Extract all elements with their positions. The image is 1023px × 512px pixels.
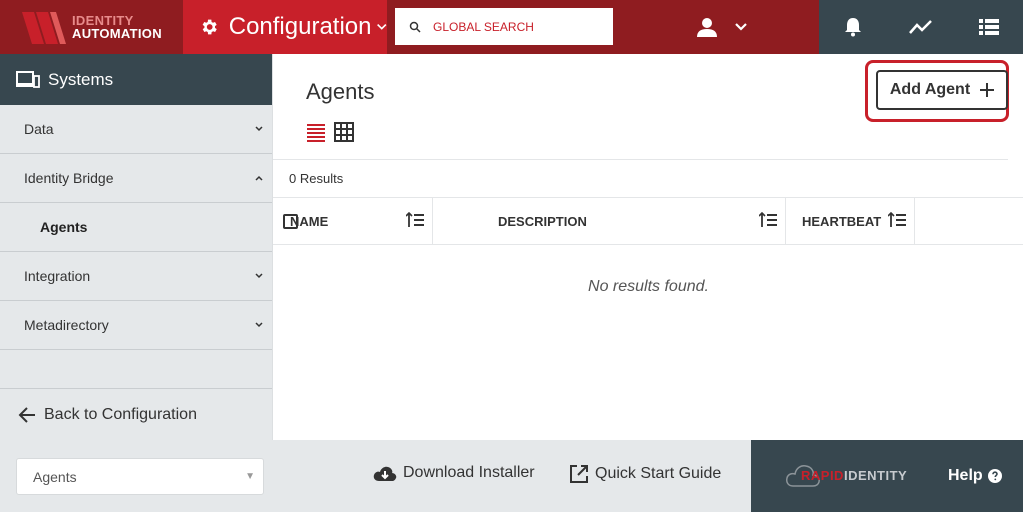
rapididentity-logo: RAPIDIDENTITY — [785, 462, 907, 488]
activity-button[interactable] — [901, 7, 941, 47]
footer: Agents ▼ Download Installer Quick Start … — [0, 440, 1023, 512]
agent-select-value: Agents — [33, 468, 77, 485]
results-count: 0 Results — [273, 159, 1008, 197]
sidebar-title: Systems — [48, 69, 114, 89]
sidebar-item-label: Metadirectory — [24, 317, 109, 333]
sidebar-item-integration[interactable]: Integration — [0, 252, 272, 301]
identity-automation-logo[interactable]: IDENTITY AUTOMATION — [0, 0, 183, 54]
chevron-down-icon — [735, 23, 747, 31]
sort-icon[interactable] — [759, 212, 777, 228]
help-label: Help — [948, 467, 983, 484]
dropdown-caret-icon: ▼ — [245, 471, 255, 482]
footer-brand-panel: RAPIDIDENTITY Help — [751, 440, 1023, 512]
page-title: Agents — [306, 79, 375, 104]
sort-icon[interactable] — [406, 212, 424, 228]
brand-part1: RAPID — [801, 467, 844, 483]
module-title: Configuration — [228, 13, 372, 40]
add-agent-button[interactable]: Add Agent — [876, 70, 1008, 110]
column-description-label: DESCRIPTION — [498, 214, 587, 229]
view-toggles — [306, 122, 354, 142]
user-menu[interactable] — [696, 14, 748, 40]
column-heartbeat-label: HEARTBEAT — [802, 214, 882, 229]
quick-start-guide-link[interactable]: Quick Start Guide — [569, 464, 721, 484]
add-agent-label: Add Agent — [889, 81, 971, 98]
devices-icon — [16, 70, 40, 88]
logo-mark-icon — [22, 12, 66, 44]
trending-icon — [909, 20, 932, 34]
question-circle-icon — [987, 469, 1002, 483]
empty-state-message: No results found. — [588, 278, 709, 295]
top-bar: IDENTITY AUTOMATION Configuration — [0, 0, 1023, 54]
sidebar-item-label: Identity Bridge — [24, 170, 114, 186]
list-view-toggle[interactable] — [306, 122, 326, 142]
chevron-up-icon — [255, 175, 263, 181]
sidebar-header: Systems — [0, 54, 272, 105]
sidebar-item-identity-bridge[interactable]: Identity Bridge — [0, 154, 272, 203]
grid-view-toggle[interactable] — [334, 122, 354, 142]
main-content: Agents Add Agent 0 Results NAME DESCRIPT… — [272, 54, 1023, 440]
chevron-down-icon — [255, 273, 263, 279]
apps-menu-button[interactable] — [969, 7, 1009, 47]
column-name[interactable]: NAME — [225, 198, 433, 245]
back-to-configuration-link[interactable]: Back to Configuration — [0, 388, 272, 440]
sidebar-item-label: Agents — [40, 219, 88, 235]
column-name-label: NAME — [290, 214, 329, 229]
bell-icon — [845, 18, 861, 37]
brand-part2: IDENTITY — [843, 467, 908, 483]
search-icon — [409, 21, 421, 33]
sidebar: Systems Data Identity Bridge Agents Inte… — [0, 54, 272, 440]
back-label: Back to Configuration — [44, 405, 197, 423]
external-link-icon — [570, 465, 588, 483]
module-switcher[interactable]: Configuration — [183, 0, 387, 54]
user-icon — [697, 18, 717, 37]
help-link[interactable]: Help — [948, 467, 1002, 485]
list-view-icon — [307, 124, 325, 142]
download-installer-link[interactable]: Download Installer — [373, 464, 535, 482]
column-description[interactable]: DESCRIPTION — [481, 198, 786, 245]
global-search[interactable] — [395, 8, 613, 45]
chevron-down-icon — [376, 23, 386, 30]
download-installer-label: Download Installer — [403, 464, 535, 481]
grid-view-icon — [334, 122, 354, 142]
logo-text: IDENTITY AUTOMATION — [72, 14, 162, 40]
chevron-down-icon — [255, 322, 263, 328]
plus-icon — [980, 83, 995, 97]
list-view-icon — [979, 19, 999, 35]
agent-select[interactable]: Agents ▼ — [16, 458, 264, 495]
cloud-download-icon — [373, 466, 397, 481]
gear-icon — [202, 19, 217, 35]
chevron-down-icon — [255, 126, 263, 132]
search-input[interactable] — [433, 19, 603, 34]
sidebar-item-label: Integration — [24, 268, 91, 284]
arrow-left-icon — [18, 406, 35, 423]
column-heartbeat[interactable]: HEARTBEAT — [786, 198, 915, 245]
sort-icon[interactable] — [888, 212, 906, 228]
notifications-button[interactable] — [833, 7, 873, 47]
sidebar-item-label: Data — [24, 121, 54, 137]
sidebar-item-data[interactable]: Data — [0, 105, 272, 154]
sidebar-item-metadirectory[interactable]: Metadirectory — [0, 301, 272, 350]
table-header: NAME DESCRIPTION HEARTBEAT — [273, 197, 1023, 245]
quick-start-guide-label: Quick Start Guide — [595, 465, 722, 482]
header-actions — [819, 0, 1023, 54]
logo-line2: AUTOMATION — [72, 26, 162, 41]
